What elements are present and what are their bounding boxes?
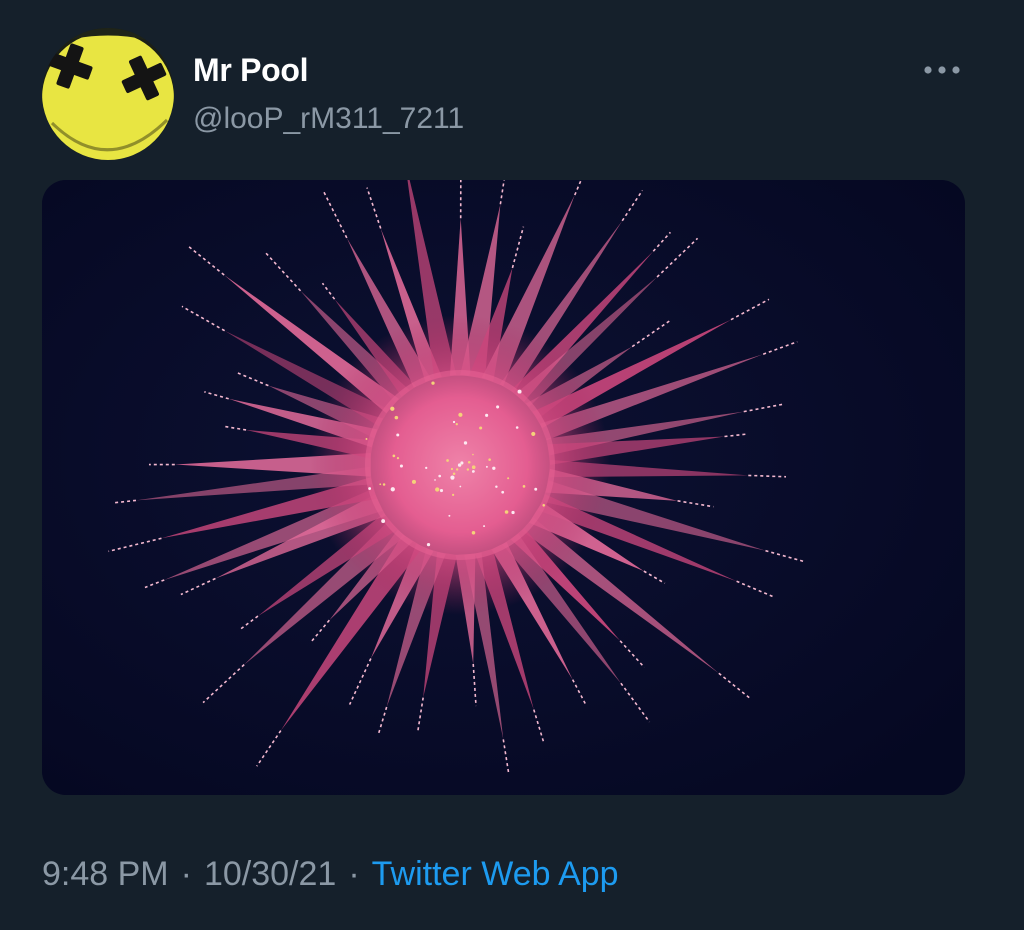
firework-glitter bbox=[381, 519, 386, 524]
tweet-media-image[interactable] bbox=[42, 180, 965, 795]
firework-glitter bbox=[515, 426, 519, 429]
firework-glitter bbox=[438, 474, 442, 478]
firework-glitter bbox=[368, 487, 372, 490]
more-options-button[interactable] bbox=[916, 52, 968, 88]
firework-glitter bbox=[463, 441, 468, 445]
firework-glitter bbox=[495, 485, 498, 488]
firework-glitter bbox=[455, 423, 458, 426]
author-handle[interactable]: @looP_rM311_7211 bbox=[193, 102, 464, 136]
tweet-date[interactable]: 10/30/21 bbox=[204, 855, 336, 894]
firework-glitter bbox=[542, 504, 546, 507]
firework-glitter bbox=[534, 487, 538, 491]
firework-glitter bbox=[472, 470, 475, 473]
avatar[interactable] bbox=[42, 28, 174, 160]
firework-glitter bbox=[467, 460, 471, 464]
meta-separator: · bbox=[348, 855, 360, 893]
firework-glitter bbox=[459, 485, 462, 488]
firework-glitter bbox=[390, 487, 395, 492]
firework-glitter bbox=[392, 454, 396, 458]
firework-glitter bbox=[382, 483, 386, 486]
author-display-name[interactable]: Mr Pool bbox=[193, 52, 309, 89]
firework-glitter bbox=[485, 465, 488, 468]
firework-glitter bbox=[507, 477, 510, 480]
firework-glitter bbox=[455, 468, 459, 471]
firework-glitter bbox=[531, 431, 536, 437]
firework-glitter bbox=[379, 483, 382, 486]
firework-glitter bbox=[483, 525, 486, 528]
firework-glitter bbox=[426, 542, 431, 547]
firework-glitter bbox=[450, 475, 455, 480]
firework-glitter bbox=[431, 381, 435, 385]
tweet-source-link[interactable]: Twitter Web App bbox=[372, 855, 619, 894]
deadpool-smiley-icon bbox=[42, 28, 174, 160]
firework-glitter bbox=[439, 488, 444, 493]
firework-glitter bbox=[472, 453, 474, 456]
firework-glitter bbox=[492, 466, 496, 470]
firework-glitter bbox=[425, 466, 428, 470]
firework-glitter bbox=[457, 463, 462, 467]
firework-glitter bbox=[435, 487, 440, 492]
meta-separator: · bbox=[180, 855, 192, 893]
firework-glitter bbox=[504, 510, 509, 514]
firework-glitter bbox=[365, 437, 368, 440]
firework-glitter bbox=[396, 457, 400, 460]
firework-glitter bbox=[446, 459, 449, 462]
firework-glitter bbox=[452, 472, 456, 475]
firework-glitter bbox=[458, 412, 463, 417]
firework-glitter bbox=[394, 415, 399, 420]
more-horizontal-icon bbox=[924, 66, 960, 74]
firework-glitter bbox=[485, 413, 489, 417]
firework-glitter bbox=[466, 468, 470, 471]
firework-glitter bbox=[511, 510, 515, 515]
firework-glitter bbox=[396, 433, 400, 437]
firework-glitter bbox=[434, 479, 436, 481]
firework-glitter bbox=[517, 389, 522, 394]
firework-glitter bbox=[496, 405, 500, 409]
firework-glitter bbox=[471, 531, 476, 535]
tweet-metadata: 9:48 PM · 10/30/21 · Twitter Web App bbox=[42, 855, 619, 894]
firework-glitter bbox=[390, 406, 395, 411]
firework-glitter bbox=[501, 490, 505, 494]
tweet-time[interactable]: 9:48 PM bbox=[42, 855, 169, 894]
tweet-card: Mr Pool @looP_rM311_7211 9:48 PM · 10/30… bbox=[0, 0, 1024, 930]
firework-glitter bbox=[450, 467, 454, 471]
firework-glitter bbox=[452, 420, 456, 424]
firework-glitter bbox=[488, 458, 491, 461]
firework-photo bbox=[42, 180, 965, 795]
firework-glitter bbox=[399, 464, 403, 468]
firework-glitter bbox=[471, 465, 476, 470]
firework-glitter bbox=[448, 514, 451, 517]
firework-glitter bbox=[451, 493, 455, 496]
firework-glitter bbox=[411, 479, 416, 484]
firework-glitter bbox=[522, 485, 526, 488]
firework-glitter bbox=[479, 426, 483, 430]
